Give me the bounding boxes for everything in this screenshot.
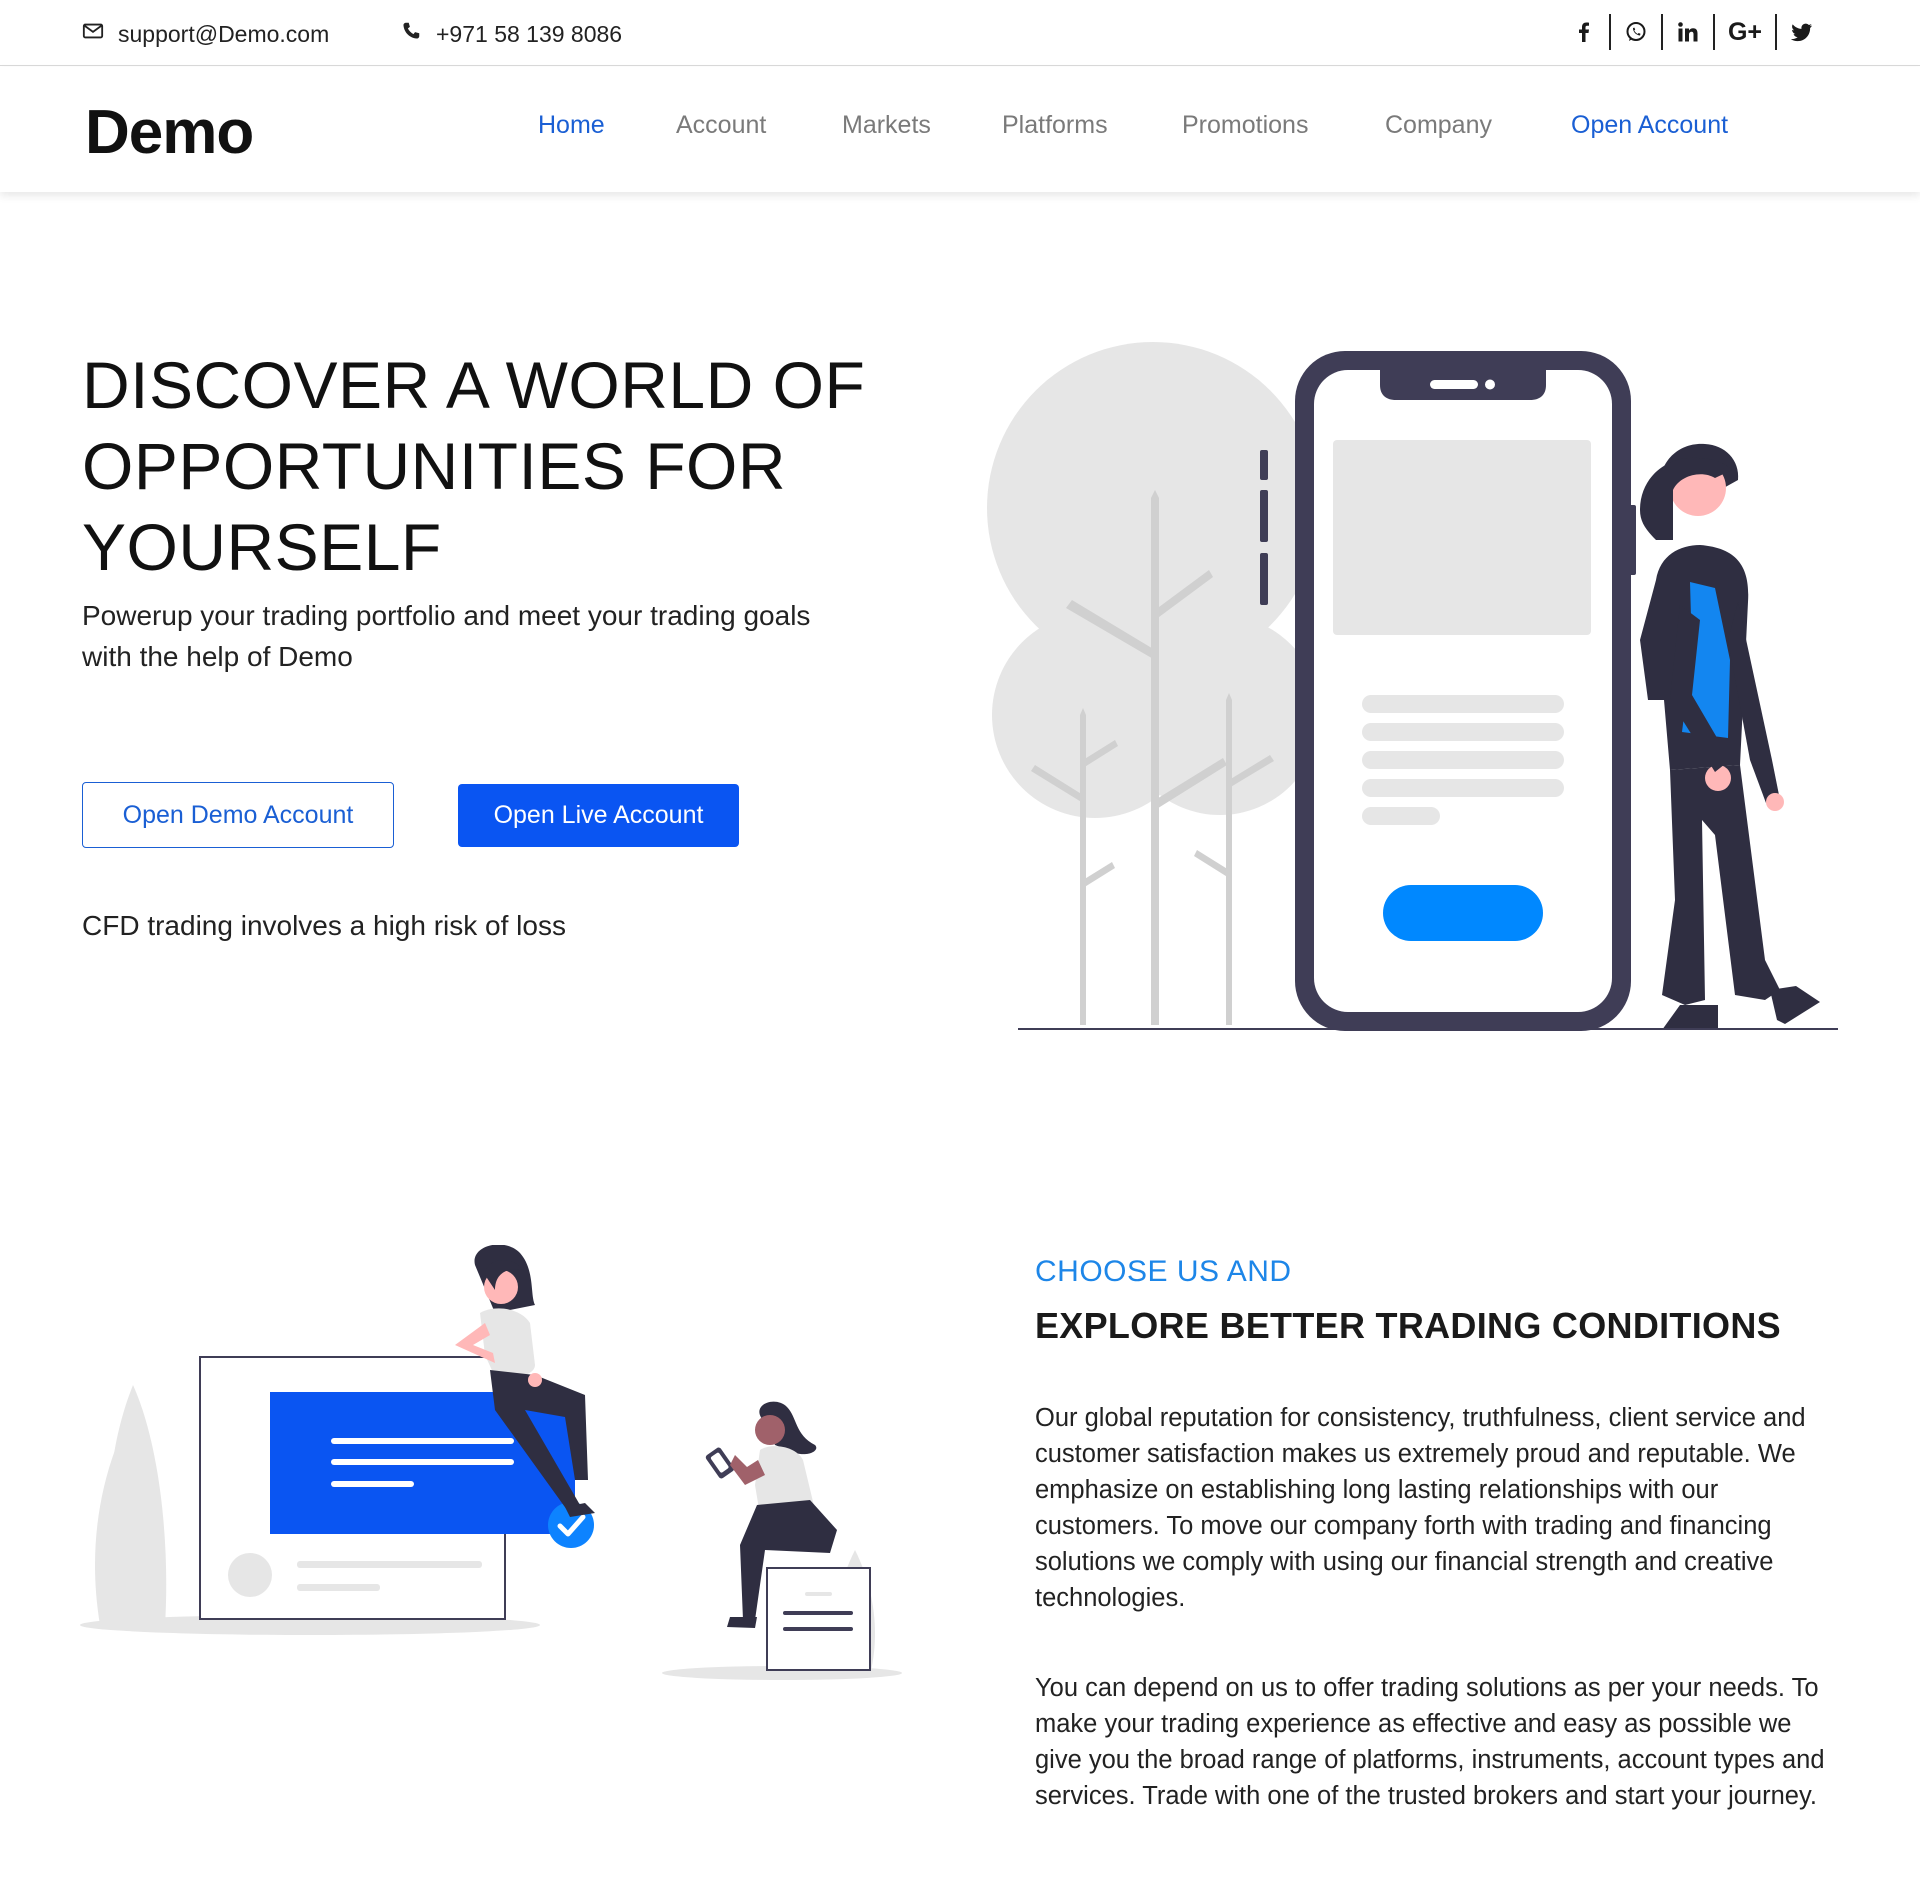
standing-person-illustration xyxy=(1640,443,1820,1030)
features-kicker: CHOOSE US AND xyxy=(1035,1255,1292,1288)
logo[interactable]: Demo xyxy=(85,97,254,168)
open-live-account-button[interactable]: Open Live Account xyxy=(458,784,739,847)
nav-platforms[interactable]: Platforms xyxy=(1002,111,1108,140)
nav-markets[interactable]: Markets xyxy=(842,111,931,140)
sitting-person-phone-illustration xyxy=(705,1401,871,1671)
email-text: support@Demo.com xyxy=(118,20,330,47)
google-plus-icon[interactable]: G+ xyxy=(1712,14,1775,50)
hero-title: DISCOVER A WORLD OF OPPORTUNITIES FOR YO… xyxy=(82,348,866,584)
top-bar: support@Demo.com +971 58 139 8086 G+ xyxy=(0,0,1920,66)
hero-illustration xyxy=(987,342,1838,1031)
nav-home[interactable]: Home xyxy=(538,111,605,140)
main-header: Demo Home Account Markets Platforms Prom… xyxy=(0,67,1920,192)
facebook-icon[interactable] xyxy=(1559,14,1609,50)
nav-open-account[interactable]: Open Account xyxy=(1571,111,1728,140)
hero-subtitle: Powerup your trading portfolio and meet … xyxy=(82,600,811,672)
nav-promotions[interactable]: Promotions xyxy=(1182,111,1308,140)
features-illustration xyxy=(80,1245,902,1680)
nav-account[interactable]: Account xyxy=(676,111,766,140)
features-title: EXPLORE BETTER TRADING CONDITIONS xyxy=(1035,1305,1781,1346)
envelope-icon xyxy=(82,20,104,48)
features-paragraph-1: Our global reputation for consistency, t… xyxy=(1035,1404,1806,1612)
twitter-icon[interactable] xyxy=(1775,14,1827,50)
whatsapp-icon[interactable] xyxy=(1608,14,1661,50)
linkedin-icon[interactable] xyxy=(1660,14,1713,50)
phone-icon xyxy=(400,20,422,48)
nav-company[interactable]: Company xyxy=(1385,111,1492,140)
open-demo-account-button[interactable]: Open Demo Account xyxy=(82,782,394,848)
risk-warning: CFD trading involves a high risk of loss xyxy=(82,910,566,941)
tree-illustration xyxy=(987,342,1320,1025)
email-contact[interactable]: support@Demo.com xyxy=(82,20,329,48)
google-plus-glyph: G+ xyxy=(1727,17,1762,46)
phone-illustration xyxy=(1260,351,1636,1031)
social-links: G+ xyxy=(1559,14,1827,50)
phone-text: +971 58 139 8086 xyxy=(436,20,623,47)
phone-contact[interactable]: +971 58 139 8086 xyxy=(400,20,622,48)
features-paragraph-2: You can depend on us to offer trading so… xyxy=(1035,1674,1825,1810)
